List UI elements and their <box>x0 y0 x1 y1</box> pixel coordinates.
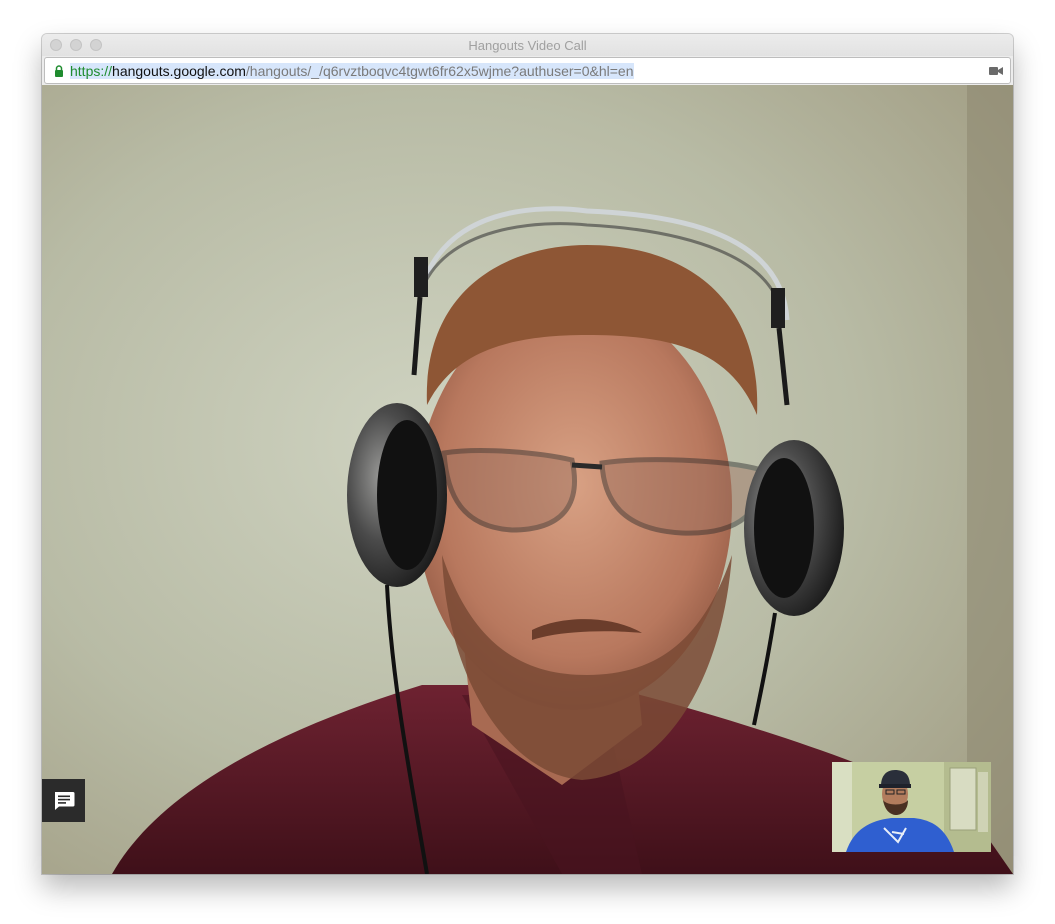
remote-video-feed <box>42 85 1013 874</box>
window-title: Hangouts Video Call <box>468 38 587 53</box>
url-path: /hangouts/_/q6rvztboqvc4tgwt6fr62x5wjme?… <box>245 63 634 79</box>
video-camera-icon[interactable] <box>989 66 1003 76</box>
url-text[interactable]: https://hangouts.google.com/hangouts/_/q… <box>70 63 634 79</box>
participant-video-frame <box>42 85 1013 874</box>
chat-button[interactable] <box>42 779 85 822</box>
self-view-frame <box>832 762 991 852</box>
chat-bubble-icon <box>55 792 75 810</box>
browser-window: Hangouts Video Call https://hangouts.goo… <box>42 34 1013 874</box>
url-host: hangouts.google.com <box>112 63 246 79</box>
url-scheme: https:// <box>70 63 113 79</box>
self-view-video[interactable] <box>832 762 991 852</box>
lock-icon <box>55 65 63 77</box>
address-bar[interactable]: https://hangouts.google.com/hangouts/_/q… <box>44 57 1011 84</box>
title-bar: Hangouts Video Call <box>42 34 1013 56</box>
